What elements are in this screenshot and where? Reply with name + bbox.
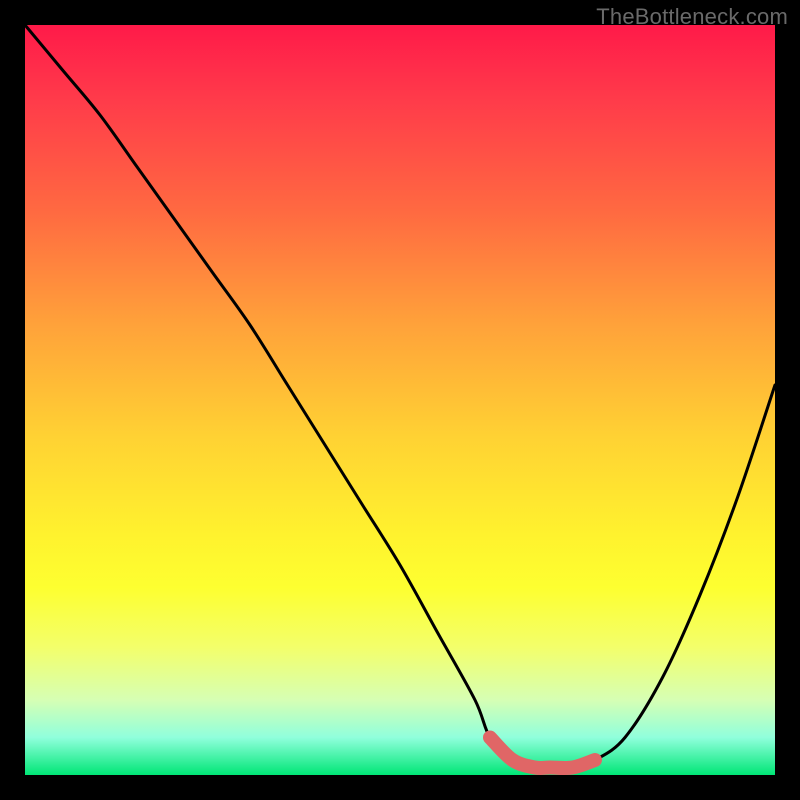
bottleneck-curve [25, 25, 775, 768]
chart-frame: TheBottleneck.com [0, 0, 800, 800]
chart-svg [25, 25, 775, 775]
chart-plot-area [25, 25, 775, 775]
optimal-range-highlight [490, 738, 595, 769]
watermark-text: TheBottleneck.com [596, 4, 788, 30]
